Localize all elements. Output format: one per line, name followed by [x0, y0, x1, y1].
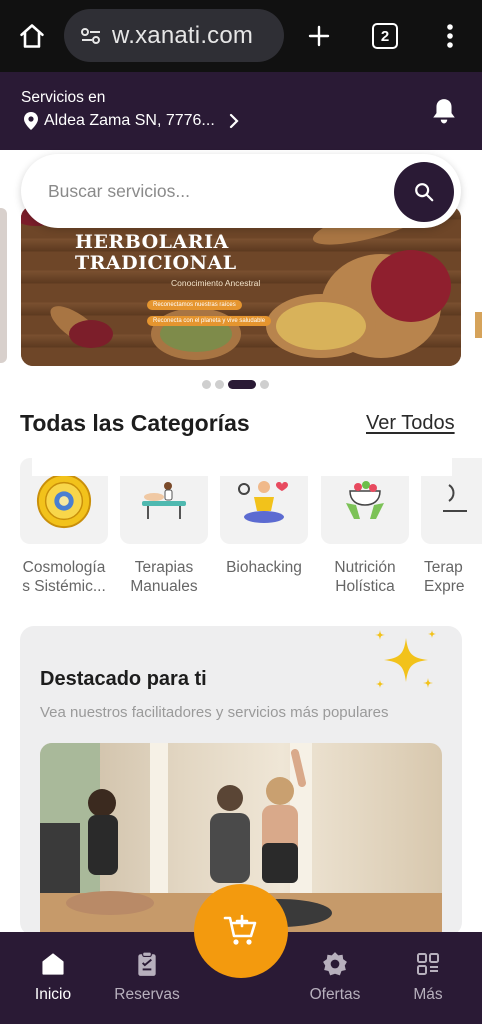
location-selector[interactable]: Aldea Zama SN, 7776...	[24, 112, 239, 130]
notifications-button[interactable]	[430, 96, 458, 126]
browser-menu-button[interactable]	[438, 18, 462, 54]
site-settings-icon[interactable]	[78, 23, 104, 49]
location-text: Aldea Zama SN, 7776...	[44, 112, 215, 129]
see-all-link[interactable]: Ver Todos	[366, 412, 455, 435]
bell-icon	[433, 99, 455, 124]
more-vertical-icon	[447, 24, 453, 48]
categories-title: Todas las Categorías	[20, 410, 250, 436]
category-label: Nutrición Holística	[334, 559, 396, 595]
browser-toolbar: w.xanati.com 2	[0, 0, 482, 72]
carousel-dot[interactable]	[215, 380, 224, 389]
banner-subtitle: Conocimiento Ancestral	[171, 278, 261, 288]
tab-switcher-button[interactable]: 2	[372, 23, 398, 49]
featured-subtitle: Vea nuestros facilitadores y servicios m…	[40, 704, 389, 721]
app-header: Servicios en Aldea Zama SN, 7776...	[0, 72, 482, 150]
meditation-icon	[238, 481, 288, 523]
badge-icon	[323, 952, 347, 976]
category-label: Terap Expre	[424, 559, 465, 595]
browser-home-button[interactable]	[14, 18, 50, 54]
url-bar[interactable]: w.xanati.com	[64, 9, 284, 62]
category-label: Biohacking	[226, 559, 302, 576]
carousel-next-slide-peek[interactable]	[475, 312, 482, 338]
sparkle-icon	[375, 630, 436, 688]
nav-inicio[interactable]: Inicio	[8, 950, 98, 1004]
carousel-prev-slide-peek[interactable]	[0, 208, 7, 363]
search-input[interactable]: Buscar servicios...	[48, 181, 190, 202]
nav-label: Ofertas	[309, 986, 361, 1003]
massage-icon	[142, 482, 186, 519]
category-label: Cosmología s Sistémic...	[22, 559, 106, 595]
chevron-right-icon	[229, 113, 239, 129]
zodiac-wheel-icon	[36, 473, 92, 529]
nav-mas[interactable]: Más	[383, 950, 473, 1004]
featured-title: Destacado para ti	[40, 668, 207, 690]
new-tab-button[interactable]	[302, 18, 336, 54]
cart-add-icon	[223, 914, 257, 945]
expressive-therapy-icon	[443, 484, 467, 512]
banner-title: HERBOLARIA TRADICIONAL	[75, 231, 237, 274]
home-icon	[42, 953, 64, 975]
carousel-dot[interactable]	[260, 380, 269, 389]
carousel-dot-active[interactable]	[228, 380, 256, 389]
nav-label: Reservas	[114, 986, 180, 1003]
grid-icon	[417, 953, 439, 975]
nav-ofertas[interactable]: Ofertas	[290, 950, 380, 1004]
search-button[interactable]	[394, 162, 454, 222]
category-row-top-mask	[32, 458, 452, 476]
category-label: Terapias Manuales	[130, 559, 198, 595]
url-text: w.xanati.com	[112, 21, 254, 49]
carousel-indicator	[202, 380, 269, 389]
nav-reservas[interactable]: Reservas	[102, 950, 192, 1004]
banner-chip: Reconecta con el planeta y vive saludabl…	[147, 316, 272, 326]
search-icon	[415, 183, 434, 202]
services-label: Servicios en	[21, 89, 106, 106]
clipboard-icon	[138, 951, 156, 976]
home-icon	[20, 24, 44, 48]
nav-label: Inicio	[34, 986, 72, 1003]
categories-carousel[interactable]: Cosmología s Sistémic... Terapias Manuales…	[0, 458, 482, 603]
promo-banner[interactable]: HERBOLARIA TRADICIONAL Conocimiento Ance…	[21, 206, 461, 366]
carousel-dot[interactable]	[202, 380, 211, 389]
location-pin-icon	[24, 112, 38, 130]
nav-label: Más	[413, 986, 443, 1003]
app-page: w.xanati.com 2 Servicios en Aldea Zama S…	[0, 0, 482, 1024]
add-to-cart-fab[interactable]	[194, 884, 288, 978]
promo-carousel: HERBOLARIA TRADICIONAL Conocimiento Ance…	[0, 150, 482, 370]
banner-chip: Reconectamos nuestras raíces	[147, 300, 242, 310]
plus-icon	[308, 25, 330, 47]
healthy-food-icon	[346, 481, 384, 519]
search-bar[interactable]: Buscar servicios...	[21, 154, 461, 228]
